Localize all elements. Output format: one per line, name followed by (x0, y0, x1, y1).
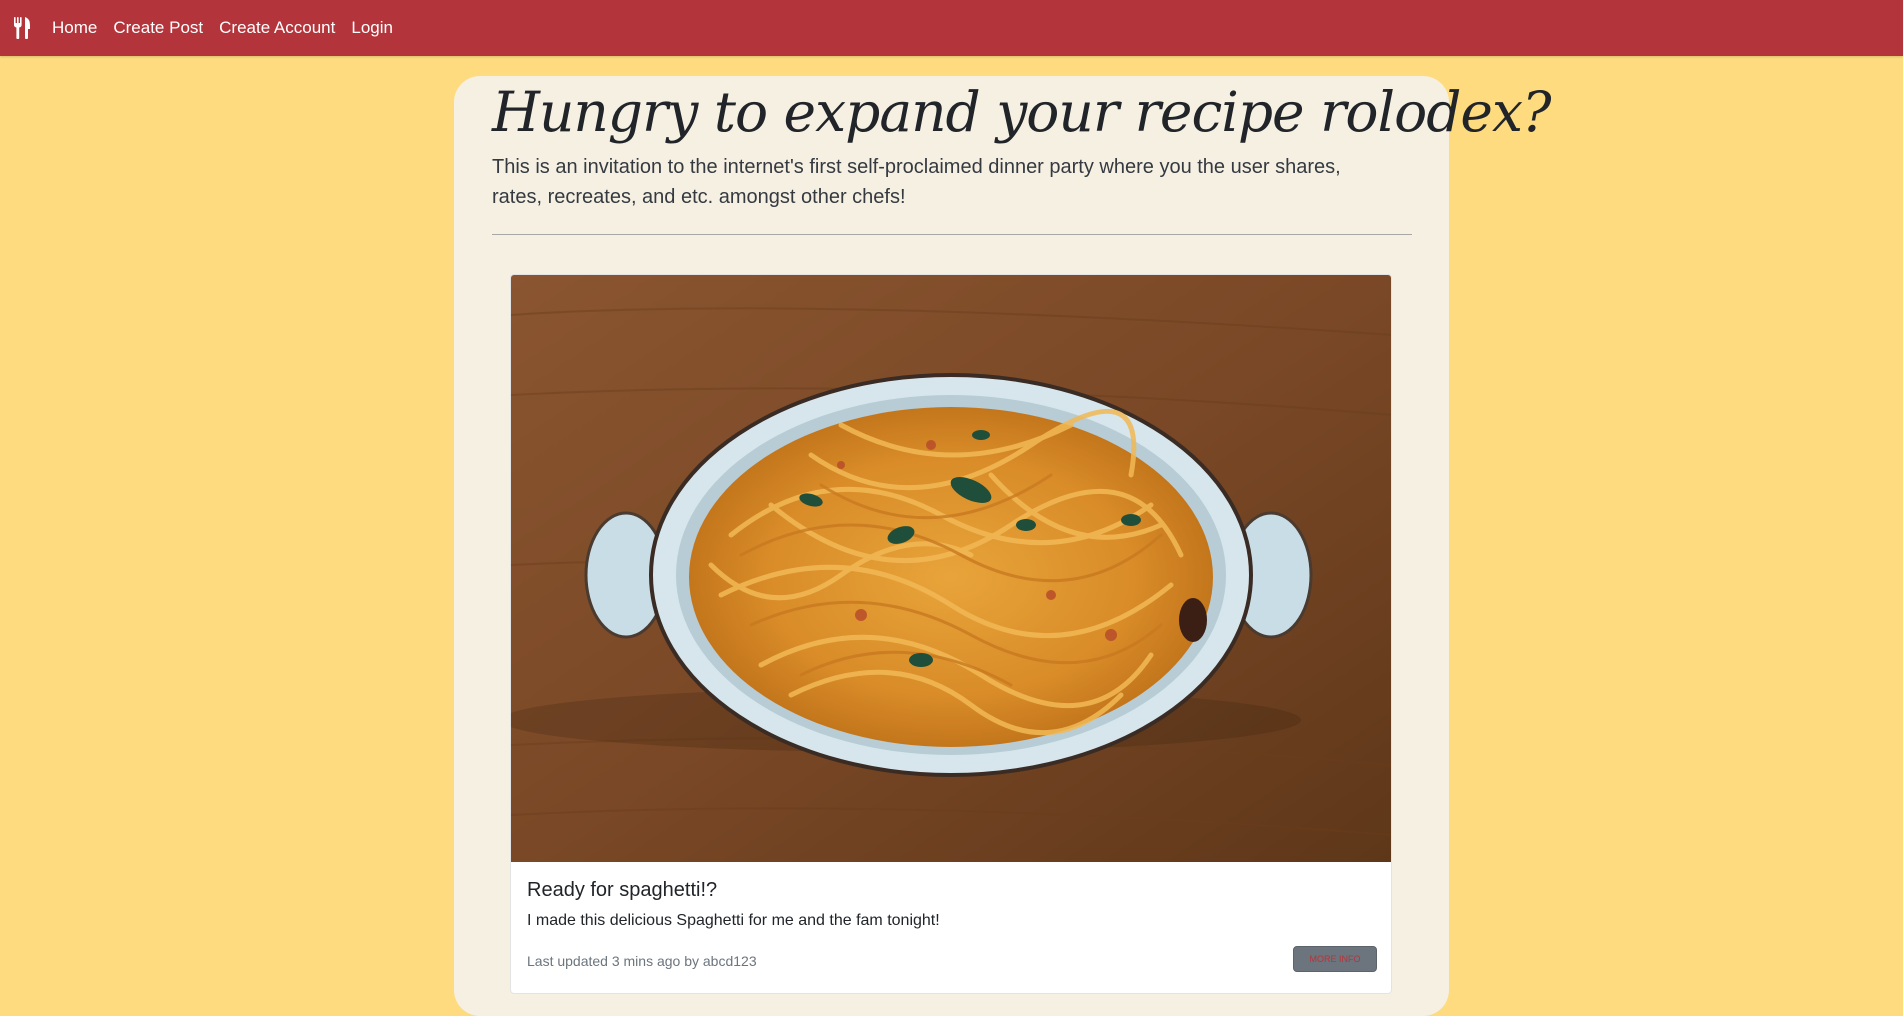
nav-create-account-link[interactable]: Create Account (219, 18, 335, 38)
post-text: I made this delicious Spaghetti for me a… (527, 912, 940, 929)
hero-title: Hungry to expand your recipe rolodex? (492, 80, 1551, 144)
divider (492, 234, 1412, 235)
top-navbar: Home Create Post Create Account Login (0, 0, 1903, 56)
hero-lead: This is an invitation to the internet's … (492, 156, 1341, 208)
main-panel: Hungry to expand your recipe rolodex? Th… (454, 76, 1551, 1016)
spaghetti-photo (511, 275, 1391, 862)
nav-create-post-link[interactable]: Create Post (113, 18, 203, 38)
post-card: Ready for spaghetti!? I made this delici… (510, 274, 1392, 994)
more-info-button[interactable]: MORE INFO (1293, 946, 1377, 972)
post-title: Ready for spaghetti!? (527, 879, 718, 901)
nav-home-link[interactable]: Home (52, 18, 97, 38)
nav-login-link[interactable]: Login (351, 18, 393, 38)
utensils-icon (14, 17, 30, 39)
nav-links: Home Create Post Create Account Login (52, 18, 409, 38)
post-meta: Last updated 3 mins ago by abcd123 (527, 953, 757, 969)
brand-link[interactable] (2, 0, 42, 56)
